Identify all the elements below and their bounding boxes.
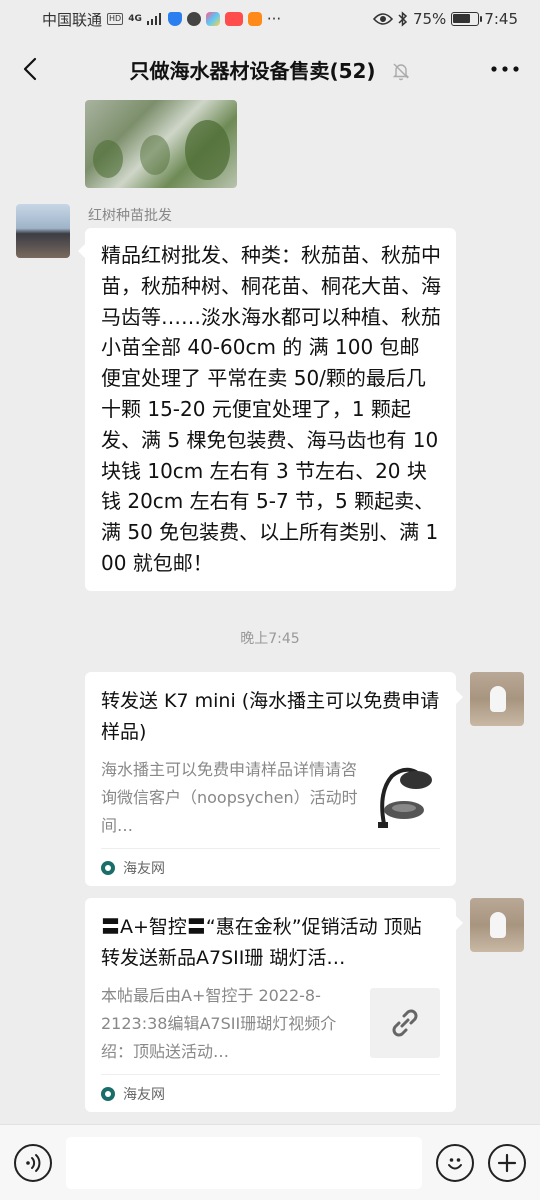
plus-icon	[497, 1153, 517, 1172]
signal-icon	[146, 13, 161, 25]
back-arrow-icon	[23, 57, 37, 81]
image-plant-shape	[93, 140, 123, 178]
eye-icon	[372, 13, 393, 25]
my-avatar[interactable]	[470, 672, 524, 726]
status-bar: 中国联通 HD 4G ··· 75% 7:45	[0, 0, 540, 38]
link-card-description: 海水播主可以免费申请样品详情请咨询微信客户（noopsychen）活动时间…	[101, 760, 358, 835]
link-card-source: 海友网	[101, 848, 440, 886]
more-notifications-icon: ···	[266, 10, 282, 28]
image-message[interactable]	[85, 100, 237, 188]
input-bar	[0, 1124, 540, 1200]
play-app-icon	[247, 12, 262, 26]
more-dots-icon	[491, 66, 519, 72]
my-avatar[interactable]	[470, 898, 524, 952]
sender-avatar[interactable]	[16, 204, 70, 258]
link-card-source: 海友网	[101, 1074, 440, 1112]
link-card[interactable]: 转发送 K7 mini (海水播主可以免费申请样品) 海水播主可以免费申请样品详…	[85, 672, 463, 886]
voice-icon	[26, 1153, 41, 1172]
link-card-thumbnail	[370, 988, 440, 1058]
chat-title: 只做海水器材设备售卖(52)	[60, 55, 470, 84]
lamp-product-image	[378, 767, 432, 828]
sender-name: 红树种苗批发	[88, 208, 172, 224]
link-card-description: 本帖最后由A+智控于 2022-8-2123:38编辑A7SII珊瑚灯视频介绍：…	[101, 986, 337, 1061]
source-name: 海友网	[123, 1086, 165, 1103]
battery-percent: 75%	[412, 10, 447, 28]
chat-header: 只做海水器材设备售卖(52)	[0, 38, 540, 100]
back-button[interactable]	[0, 38, 60, 100]
link-card-title: 〓A+智控〓“惠在金秋”促销活动 顶贴转发送新品A7SII珊 瑚灯活…	[101, 916, 422, 969]
mute-bell-icon	[392, 63, 409, 80]
battery-icon	[451, 12, 483, 26]
voice-button[interactable]	[14, 1143, 52, 1182]
hd-badge: HD	[107, 13, 124, 25]
app-icon-3	[205, 12, 220, 26]
avatar-figure	[490, 912, 506, 938]
emoji-icon	[448, 1157, 462, 1169]
avatar-figure	[490, 686, 506, 712]
more-actions-button[interactable]	[488, 1143, 526, 1182]
bluetooth-icon	[398, 11, 408, 27]
image-plant-shape	[140, 135, 170, 175]
app-icon-2	[186, 12, 201, 26]
message-timestamp: 晚上7:45	[240, 631, 300, 647]
group-name: 只做海水器材设备售卖(52)	[129, 58, 376, 83]
source-logo-icon	[101, 860, 115, 875]
clock: 7:45	[484, 10, 518, 28]
emoji-button[interactable]	[436, 1143, 474, 1182]
source-logo-icon	[101, 1086, 115, 1101]
text-message-bubble[interactable]: 精品红树批发、种类：秋茄苗、秋茄中苗，秋茄种树、桐花苗、桐花大苗、海马齿等……淡…	[78, 228, 456, 591]
image-plant-shape	[185, 120, 230, 180]
link-card-thumbnail	[370, 762, 440, 832]
link-icon	[392, 1009, 418, 1037]
message-input[interactable]	[66, 1136, 422, 1189]
network-label: 4G	[128, 13, 142, 24]
link-card-title: 转发送 K7 mini (海水播主可以免费申请样品)	[101, 690, 440, 743]
source-name: 海友网	[123, 860, 165, 877]
carrier-label: 中国联通	[42, 10, 103, 29]
more-options-button[interactable]	[470, 38, 540, 100]
shield-app-icon	[167, 12, 182, 26]
app-icon-4	[224, 12, 243, 26]
link-card[interactable]: 〓A+智控〓“惠在金秋”促销活动 顶贴转发送新品A7SII珊 瑚灯活… 本帖最后…	[85, 898, 463, 1112]
